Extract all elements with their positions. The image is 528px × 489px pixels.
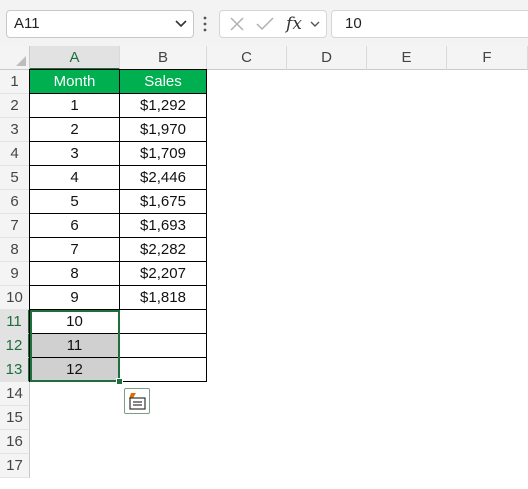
sales-cell[interactable]: $1,970 bbox=[120, 118, 207, 142]
more-options-icon[interactable] bbox=[203, 16, 207, 32]
month-cell[interactable]: 3 bbox=[30, 142, 120, 166]
sales-cell[interactable]: $2,282 bbox=[120, 238, 207, 262]
column-header-d[interactable]: D bbox=[287, 46, 367, 70]
sales-cell[interactable] bbox=[120, 310, 207, 334]
row-header-3[interactable]: 3 bbox=[0, 118, 30, 142]
row-header-12[interactable]: 12 bbox=[0, 334, 30, 358]
formula-input[interactable]: 10 bbox=[331, 10, 528, 38]
month-cell[interactable]: 7 bbox=[30, 238, 120, 262]
chevron-down-icon[interactable] bbox=[175, 19, 187, 29]
column-header-a[interactable]: A bbox=[30, 46, 120, 70]
sales-cell[interactable]: $1,709 bbox=[120, 142, 207, 166]
month-cell[interactable]: 2 bbox=[30, 118, 120, 142]
formula-buttons: fx bbox=[219, 10, 327, 38]
selected-cell-a13[interactable]: 12 bbox=[30, 358, 120, 382]
row-header-5[interactable]: 5 bbox=[0, 166, 30, 190]
row-header-8[interactable]: 8 bbox=[0, 238, 30, 262]
name-box-value: A11 bbox=[14, 15, 40, 32]
column-header-e[interactable]: E bbox=[367, 46, 447, 70]
row-header-16[interactable]: 16 bbox=[0, 430, 30, 454]
row-header-1[interactable]: 1 bbox=[0, 70, 30, 94]
chevron-down-icon[interactable] bbox=[308, 11, 322, 37]
worksheet-grid: A B C D E F 1 2 3 4 5 6 7 8 9 10 11 12 1… bbox=[0, 46, 528, 489]
header-cell-sales[interactable]: Sales bbox=[120, 70, 207, 94]
row-header-4[interactable]: 4 bbox=[0, 142, 30, 166]
month-cell[interactable]: 9 bbox=[30, 286, 120, 310]
row-header-13[interactable]: 13 bbox=[0, 358, 30, 382]
close-icon[interactable] bbox=[224, 11, 250, 37]
sales-cell[interactable]: $1,693 bbox=[120, 214, 207, 238]
month-cell[interactable]: 5 bbox=[30, 190, 120, 214]
sales-cell[interactable] bbox=[120, 358, 207, 382]
name-box[interactable]: A11 bbox=[6, 10, 194, 38]
header-cell-month[interactable]: Month bbox=[30, 70, 120, 94]
row-header-2[interactable]: 2 bbox=[0, 94, 30, 118]
column-header-c[interactable]: C bbox=[207, 46, 287, 70]
row-header-11[interactable]: 11 bbox=[0, 310, 30, 334]
column-header-b[interactable]: B bbox=[120, 46, 207, 70]
month-cell[interactable]: 4 bbox=[30, 166, 120, 190]
insert-function-button[interactable]: fx bbox=[282, 11, 306, 37]
row-header-17[interactable]: 17 bbox=[0, 454, 30, 478]
selected-cell-a12[interactable]: 11 bbox=[30, 334, 120, 358]
row-header-6[interactable]: 6 bbox=[0, 190, 30, 214]
sales-cell[interactable]: $2,207 bbox=[120, 262, 207, 286]
month-cell[interactable]: 1 bbox=[30, 94, 120, 118]
autofill-options-icon bbox=[129, 393, 146, 410]
month-cell[interactable]: 8 bbox=[30, 262, 120, 286]
month-cell[interactable]: 6 bbox=[30, 214, 120, 238]
sales-cell[interactable] bbox=[120, 334, 207, 358]
column-header-f[interactable]: F bbox=[447, 46, 528, 70]
row-header-14[interactable]: 14 bbox=[0, 382, 30, 406]
row-header-15[interactable]: 15 bbox=[0, 406, 30, 430]
fill-handle[interactable] bbox=[116, 378, 123, 385]
check-icon[interactable] bbox=[252, 11, 278, 37]
select-all-corner[interactable] bbox=[0, 46, 30, 70]
row-header-9[interactable]: 9 bbox=[0, 262, 30, 286]
row-header-10[interactable]: 10 bbox=[0, 286, 30, 310]
active-cell-a11[interactable]: 10 bbox=[30, 310, 120, 334]
sales-cell[interactable]: $2,446 bbox=[120, 166, 207, 190]
formula-bar: A11 fx 10 bbox=[0, 0, 528, 46]
row-header-7[interactable]: 7 bbox=[0, 214, 30, 238]
autofill-options-button[interactable] bbox=[124, 388, 150, 414]
sales-cell[interactable]: $1,818 bbox=[120, 286, 207, 310]
sales-cell[interactable]: $1,292 bbox=[120, 94, 207, 118]
sales-cell[interactable]: $1,675 bbox=[120, 190, 207, 214]
